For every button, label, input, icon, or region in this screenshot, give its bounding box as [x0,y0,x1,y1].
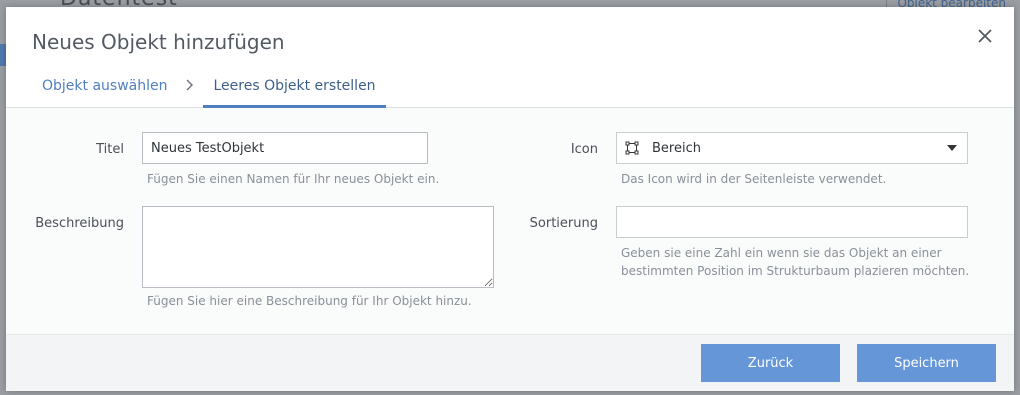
close-icon [978,29,992,43]
back-button[interactable]: Zurück [701,344,840,382]
sort-hint: Geben sie eine Zahl ein wenn sie das Obj… [621,244,969,280]
sort-label: Sortierung [529,216,598,231]
sort-hint-line2: bestimmten Position im Strukturbaum plaz… [621,264,970,278]
icon-label: Icon [570,142,598,157]
title-label: Titel [96,142,124,157]
icon-hint: Das Icon wird in der Seitenleiste verwen… [621,172,887,186]
new-object-dialog: Neues Objekt hinzufügen Objekt auswählen… [6,7,1014,391]
icon-select[interactable]: Bereich [616,132,968,164]
dialog-title: Neues Objekt hinzufügen [32,30,285,54]
icon-select-value: Bereich [652,140,701,156]
title-hint: Fügen Sie einen Namen für Ihr neues Obje… [147,172,440,186]
save-button[interactable]: Speichern [857,344,996,382]
wizard-tabs: Objekt auswählen Leeres Objekt erstellen [32,73,386,108]
sort-input[interactable] [616,206,968,238]
close-button[interactable] [976,27,994,45]
sort-hint-line1: Geben sie eine Zahl ein wenn sie das Obj… [621,246,942,260]
description-label: Beschreibung [35,216,124,231]
dialog-footer: Zurück Speichern [6,334,1014,391]
chevron-right-icon [177,73,203,96]
tab-select-object[interactable]: Objekt auswählen [32,73,177,103]
description-textarea[interactable] [142,206,494,288]
tab-create-empty-object[interactable]: Leeres Objekt erstellen [203,73,386,108]
description-hint: Fügen Sie hier eine Beschreibung für Ihr… [147,294,472,308]
title-input[interactable] [142,132,428,164]
form-area: Titel Fügen Sie einen Namen für Ihr neue… [6,108,1014,334]
area-icon [625,141,639,155]
dropdown-caret-icon [947,145,957,151]
